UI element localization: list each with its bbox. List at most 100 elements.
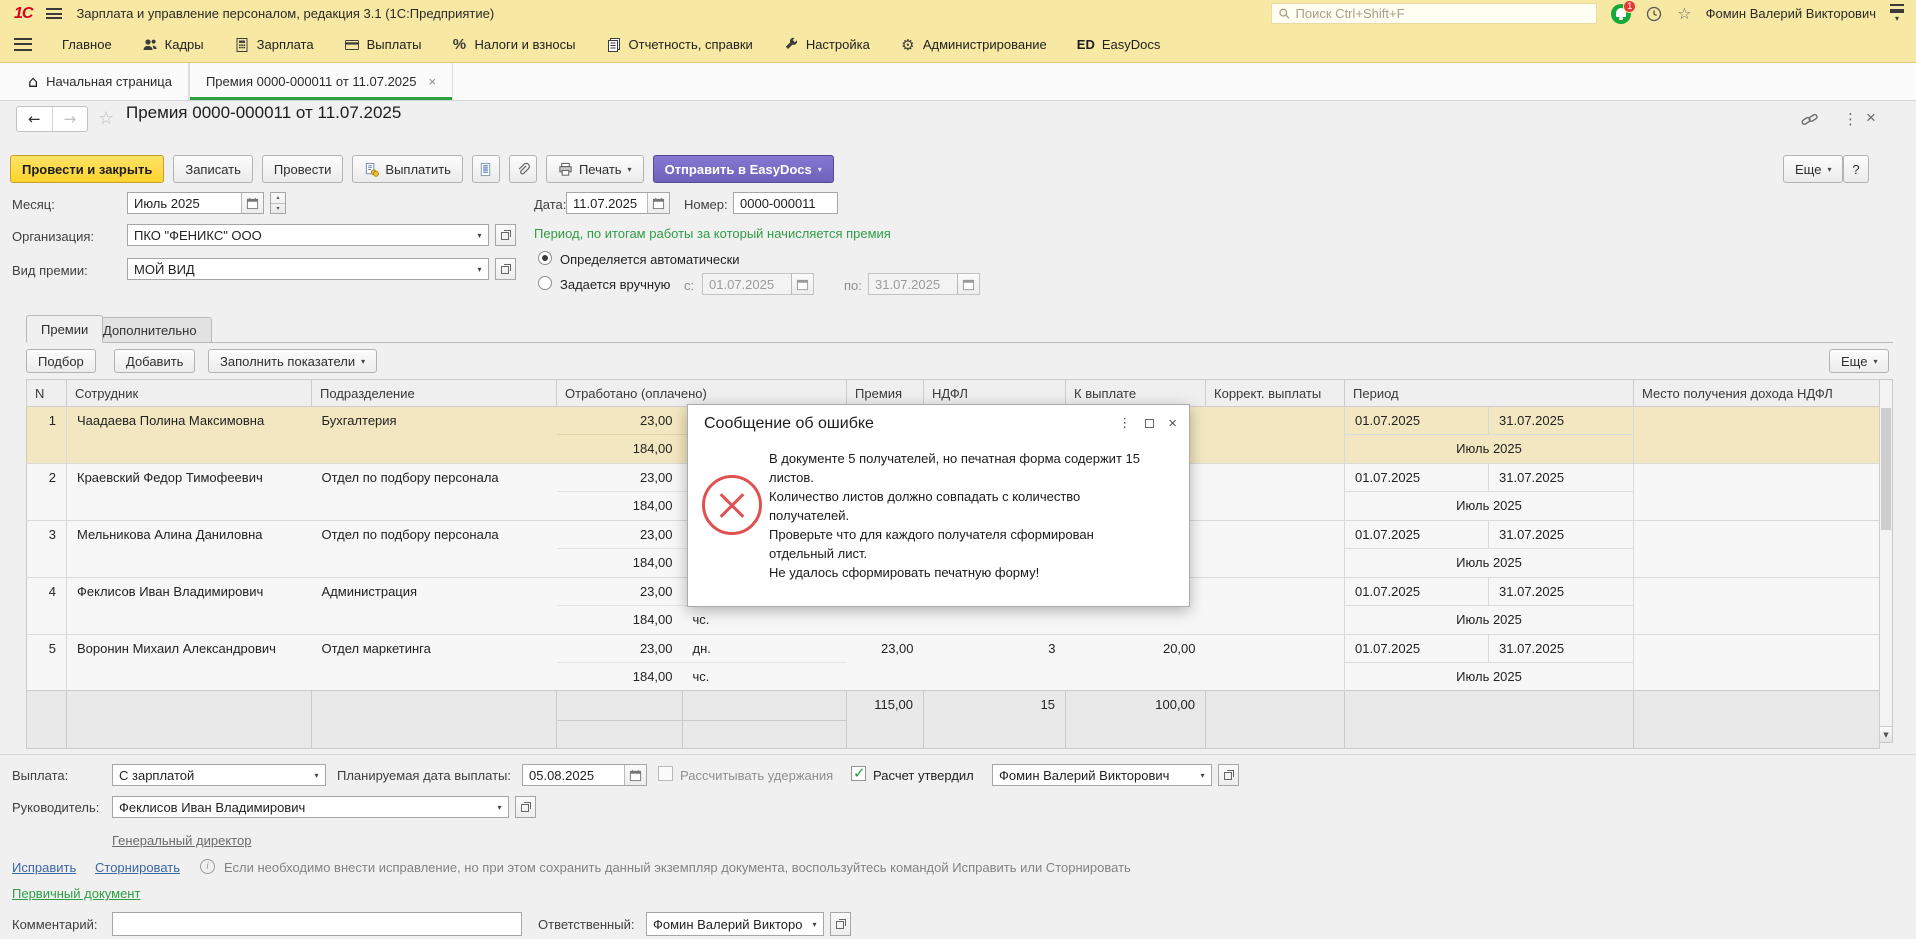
close-icon[interactable]: × [429, 74, 437, 89]
bonus-kind-combo[interactable]: МОЙ ВИД ▾ [127, 258, 489, 280]
manager-combo[interactable]: Феклисов Иван Владимирович ▾ [112, 796, 509, 818]
menu-hr[interactable]: Кадры [142, 37, 204, 53]
pay-button[interactable]: Выплатить [352, 155, 463, 183]
forward-button[interactable]: → [53, 107, 88, 131]
attachments-button[interactable] [509, 155, 537, 183]
menu-admin[interactable]: ⚙ Администрирование [900, 37, 1047, 53]
chevron-down-icon[interactable]: ▾ [471, 225, 488, 245]
menu-main[interactable]: Главное [62, 37, 112, 52]
current-user[interactable]: Фомин Валерий Викторович [1706, 6, 1876, 21]
tab-additional[interactable]: Дополнительно [88, 317, 212, 343]
favorites-star-icon[interactable]: ☆ [1677, 4, 1691, 23]
chevron-down-icon[interactable]: ▾ [806, 913, 823, 935]
window-titlebar: 1С Зарплата и управление персоналом, ред… [0, 0, 1916, 27]
table-vertical-scrollbar[interactable]: ▼ [1879, 379, 1893, 743]
post-and-close-button[interactable]: Провести и закрыть [10, 155, 164, 183]
chevron-down-icon[interactable]: ▾ [491, 797, 508, 817]
more-button[interactable]: Еще▾ [1783, 155, 1843, 183]
calendar-icon[interactable] [241, 193, 263, 213]
menu-taxes[interactable]: % Налоги и взносы [451, 37, 575, 53]
scrollbar-thumb[interactable] [1881, 408, 1891, 530]
document-structure-button[interactable] [472, 155, 500, 183]
bonus-kind-open-button[interactable] [495, 258, 516, 280]
period-auto-radio[interactable] [538, 251, 552, 265]
month-field[interactable]: Июль 2025 [127, 192, 264, 214]
calendar-icon[interactable] [624, 765, 646, 785]
dialog-close-icon[interactable]: × [1168, 415, 1177, 432]
approver-combo[interactable]: Фомин Валерий Викторович ▾ [992, 764, 1212, 786]
pay-icon [364, 162, 379, 177]
period-from-field: 01.07.2025 [702, 273, 814, 295]
tab-bonus-document[interactable]: Премия 0000-000011 от 11.07.2025 × [189, 63, 453, 100]
table-more-button[interactable]: Еще▾ [1829, 349, 1889, 373]
payout-combo[interactable]: С зарплатой ▾ [112, 764, 326, 786]
fix-link[interactable]: Исправить [12, 860, 76, 875]
manager-open-button[interactable] [515, 796, 536, 818]
people-icon [142, 37, 158, 53]
print-button[interactable]: Печать ▾ [546, 155, 644, 183]
comment-input[interactable] [112, 912, 522, 936]
list-icon [478, 162, 493, 177]
responsible-combo[interactable]: Фомин Валерий Викторо ▾ [646, 912, 824, 936]
add-button[interactable]: Добавить [114, 349, 195, 373]
scroll-down-icon[interactable]: ▼ [1880, 726, 1892, 742]
global-search[interactable] [1271, 3, 1597, 24]
save-button[interactable]: Записать [173, 155, 253, 183]
chevron-down-icon[interactable]: ▾ [1194, 765, 1211, 785]
date-field[interactable]: 11.07.2025 [566, 192, 670, 214]
user-menu-icon[interactable]: ▾ [1890, 4, 1904, 23]
period-auto-label: Определяется автоматически [560, 252, 740, 267]
tab-home[interactable]: ⌂ Начальная страница [12, 63, 189, 100]
menu-salary[interactable]: Зарплата [234, 37, 314, 53]
organization-open-button[interactable] [495, 224, 516, 246]
dialog-kebab-icon[interactable]: ⋮ [1118, 416, 1131, 431]
kebab-menu-icon[interactable]: ⋮ [1843, 110, 1858, 128]
approved-checkbox[interactable] [851, 766, 866, 781]
table-row[interactable]: 5 Воронин Михаил Александрович Отдел мар… [27, 635, 1880, 663]
responsible-open-button[interactable] [830, 912, 851, 936]
month-spinner[interactable]: ▴▾ [270, 192, 286, 214]
chevron-down-icon[interactable]: ▾ [308, 765, 325, 785]
planned-date-field[interactable]: 05.08.2025 [522, 764, 647, 786]
get-link-icon[interactable] [1800, 110, 1819, 132]
number-field[interactable]: 0000-000011 [733, 192, 838, 214]
search-input[interactable] [1296, 6, 1591, 21]
post-button[interactable]: Провести [262, 155, 344, 183]
period-manual-label: Задается вручную [560, 277, 670, 292]
total-to-pay: 100,00 [1066, 691, 1206, 749]
section-menubar: Главное Кадры Зарплата Выплаты % Налоги … [0, 27, 1916, 63]
calendar-icon[interactable] [647, 193, 669, 213]
printer-icon [558, 162, 573, 177]
menu-reports[interactable]: Отчетность, справки [606, 37, 753, 53]
period-manual-radio[interactable] [538, 276, 552, 290]
col-to-pay: К выплате [1066, 380, 1206, 407]
primary-document-link[interactable]: Первичный документ [12, 886, 140, 901]
organization-combo[interactable]: ПКО "ФЕНИКС" ООО ▾ [127, 224, 489, 246]
sections-panel-icon[interactable] [14, 38, 32, 51]
fill-indicators-button[interactable]: Заполнить показатели▾ [208, 349, 377, 373]
close-form-icon[interactable]: × [1866, 108, 1876, 128]
dialog-maximize-icon[interactable] [1145, 419, 1154, 428]
back-button[interactable]: ← [17, 107, 53, 131]
open-windows-tabbar: ⌂ Начальная страница Премия 0000-000011 … [0, 63, 1916, 101]
send-easydocs-button[interactable]: Отправить в EasyDocs ▾ [653, 155, 834, 183]
menu-settings[interactable]: Настройка [783, 37, 870, 53]
history-icon[interactable] [1645, 5, 1663, 23]
manager-position-link[interactable]: Генеральный директор [112, 833, 251, 848]
favorite-star-icon[interactable]: ☆ [98, 108, 114, 129]
reverse-link[interactable]: Сторнировать [95, 860, 180, 875]
chevron-down-icon[interactable]: ▾ [471, 259, 488, 279]
main-menu-icon[interactable] [46, 8, 62, 19]
document-toolbar: Провести и закрыть Записать Провести Вып… [10, 155, 834, 183]
tab-bonuses[interactable]: Премии [26, 315, 103, 343]
notifications-bell-icon[interactable]: 1 [1611, 4, 1631, 24]
approver-open-button[interactable] [1218, 764, 1239, 786]
menu-payments[interactable]: Выплаты [344, 37, 422, 53]
easydocs-icon: ED [1077, 37, 1095, 52]
pick-button[interactable]: Подбор [26, 349, 96, 373]
help-button[interactable]: ? [1843, 155, 1869, 183]
chevron-down-icon: ▾ [1827, 165, 1831, 174]
calculator-icon [234, 37, 250, 53]
open-icon [500, 263, 512, 275]
menu-easydocs[interactable]: ED EasyDocs [1077, 37, 1161, 52]
